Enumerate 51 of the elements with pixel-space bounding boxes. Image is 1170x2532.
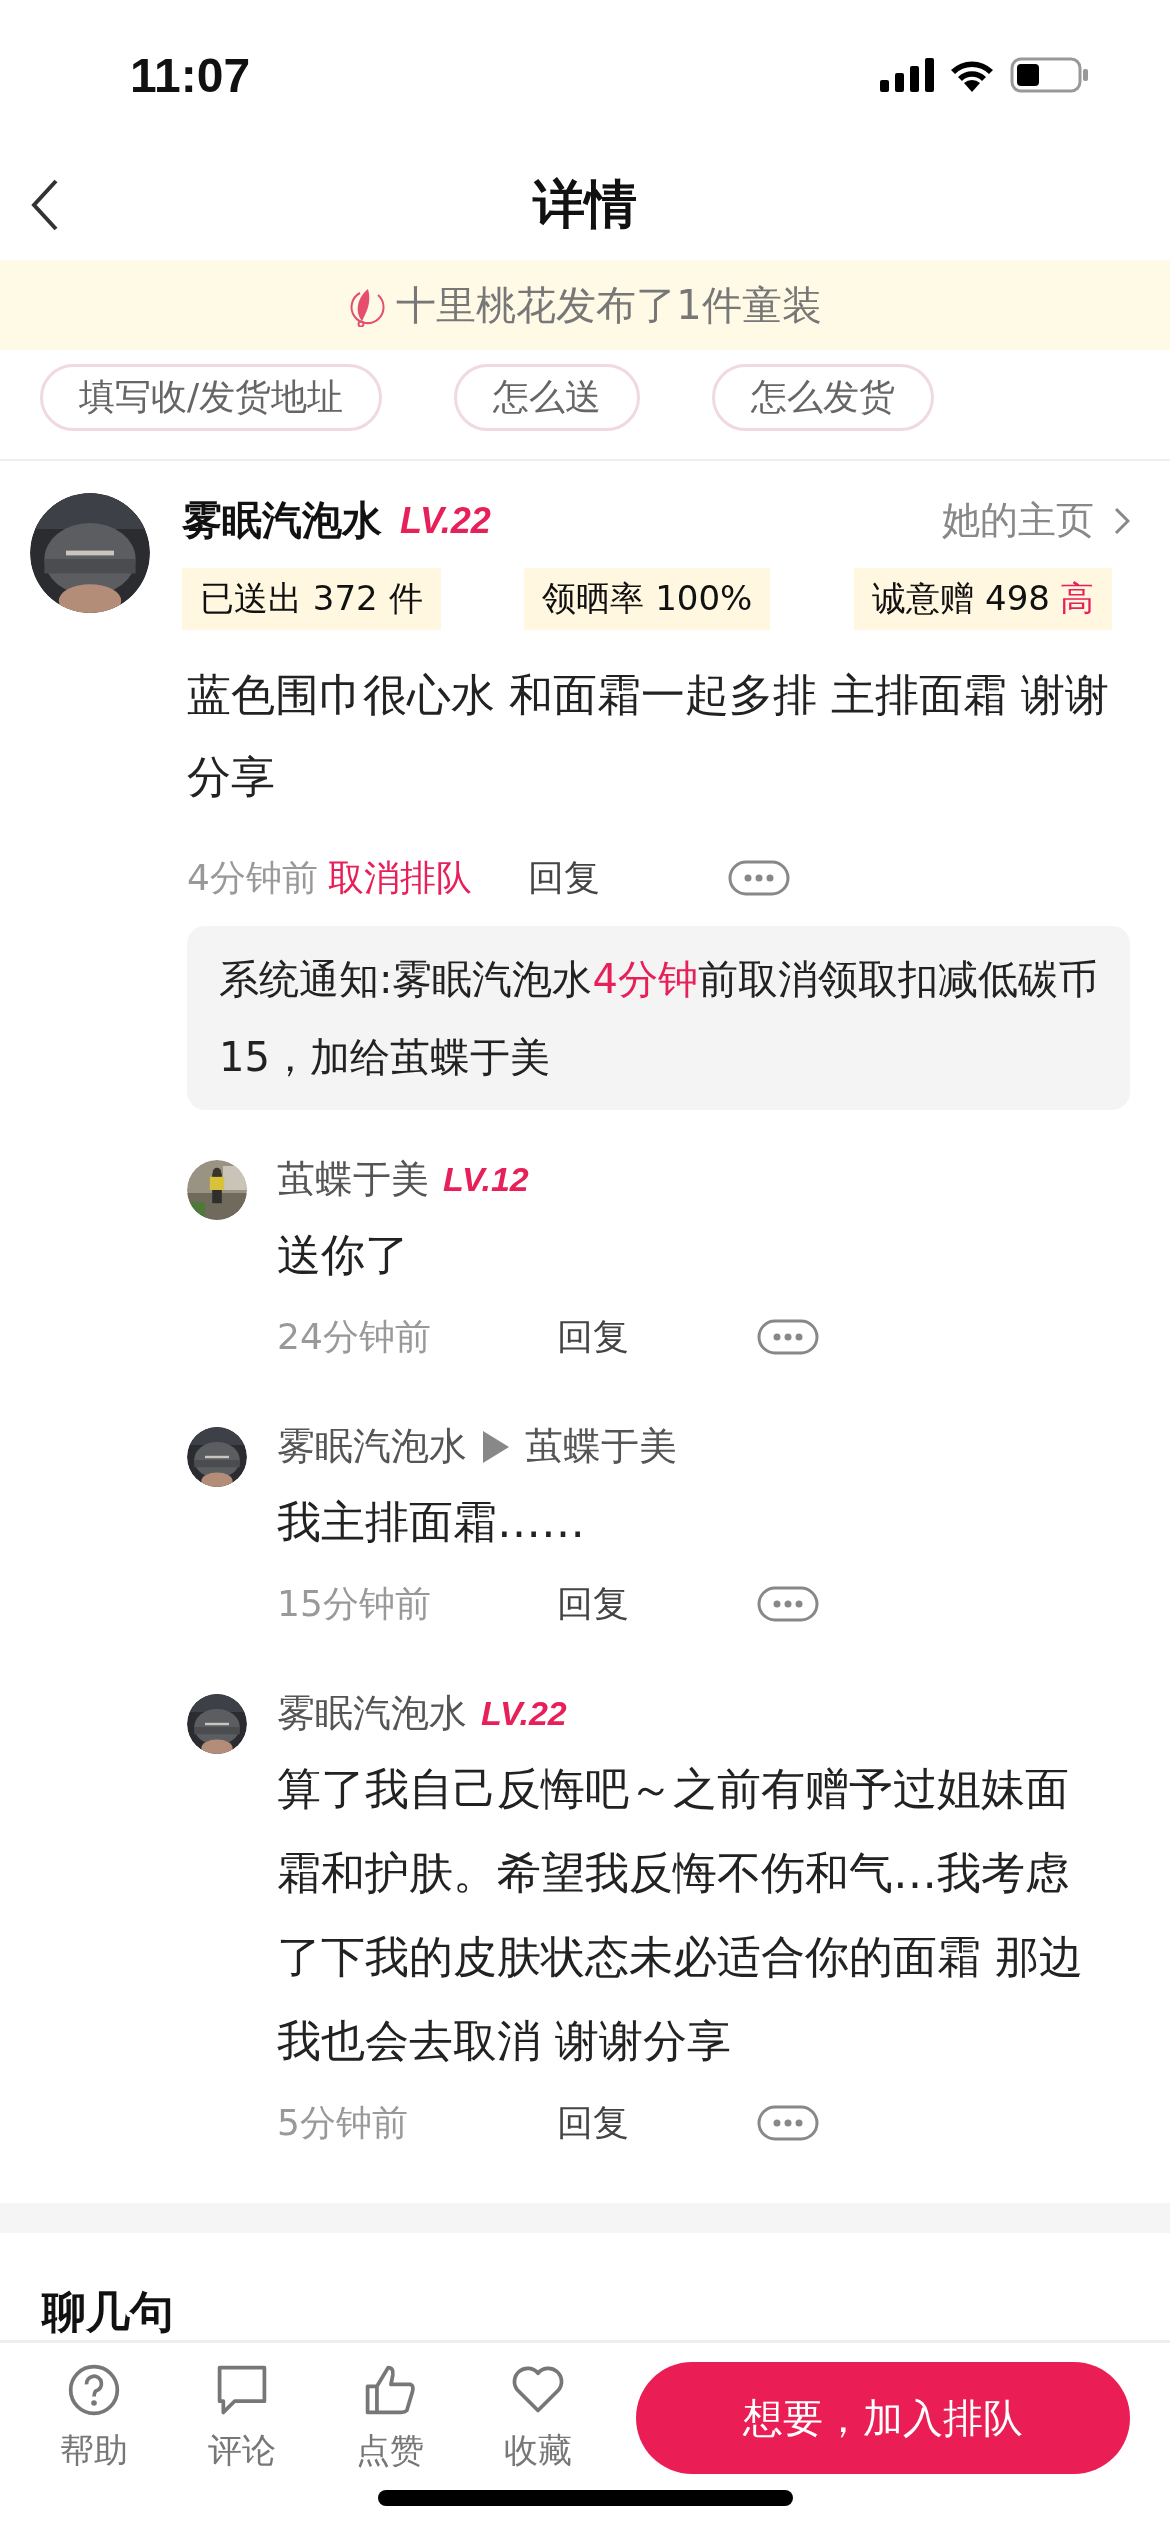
help-icon bbox=[66, 2362, 122, 2418]
cancel-queue-link[interactable]: 取消排队 bbox=[327, 853, 472, 903]
more-icon bbox=[727, 860, 790, 896]
banner-text: 十里桃花发布了1件童装 bbox=[396, 280, 822, 330]
author-name[interactable]: 茧蝶于美 bbox=[525, 1421, 677, 1472]
question-chip[interactable]: 怎么发货 bbox=[712, 364, 935, 431]
status-time: 11:07 bbox=[130, 47, 251, 103]
tab-button[interactable]: 收藏 bbox=[474, 2362, 602, 2474]
notification-toast[interactable]: 十里桃花发布了1件童装 bbox=[0, 260, 1170, 350]
reply-link[interactable]: 回复 bbox=[527, 853, 728, 903]
reply-link[interactable]: 回复 bbox=[557, 2098, 757, 2148]
reply-link[interactable]: 回复 bbox=[557, 1579, 757, 1629]
comment-time: 4分钟前 bbox=[187, 855, 318, 900]
section-title: 聊几句 bbox=[40, 2285, 175, 2339]
triangle-icon bbox=[481, 1428, 511, 1465]
chevron-right-icon bbox=[1114, 506, 1130, 535]
signal-icon bbox=[880, 58, 934, 92]
level-label: LV.22 bbox=[400, 499, 491, 542]
back-icon bbox=[30, 177, 60, 233]
battery-icon bbox=[1010, 57, 1090, 93]
tab-button[interactable]: 点赞 bbox=[326, 2362, 454, 2474]
stat-text: 领晒率 100% bbox=[542, 577, 753, 620]
author-name[interactable]: 雾眠汽泡水 bbox=[182, 493, 382, 548]
profile-link-text: 她的主页 bbox=[942, 497, 1094, 544]
stat-text: 诚意赠 498 bbox=[872, 577, 1050, 620]
author-name[interactable]: 雾眠汽泡水 bbox=[277, 1421, 467, 1472]
join-queue-button[interactable]: 想要，加入排队 bbox=[636, 2362, 1130, 2474]
profile-link[interactable]: 她的主页 bbox=[942, 495, 1130, 546]
level-label: LV.12 bbox=[443, 1160, 529, 1199]
comment-time: 5分钟前 bbox=[277, 2100, 409, 2145]
rating-text: 高 bbox=[1060, 577, 1094, 620]
more-icon bbox=[757, 2105, 819, 2141]
more-icon bbox=[757, 1586, 819, 1622]
more-icon bbox=[757, 1319, 819, 1355]
question-chip[interactable]: 填写收/发货地址 bbox=[40, 364, 383, 431]
comment-time: 15分钟前 bbox=[277, 1581, 432, 1626]
comment-text: 送你了 bbox=[277, 1228, 410, 1282]
tab-button[interactable]: 评论 bbox=[178, 2362, 306, 2474]
page-title: 详情 bbox=[533, 173, 637, 236]
comment-text: 我主排面霜…… bbox=[277, 1495, 586, 1549]
question-chip[interactable]: 怎么送 bbox=[454, 364, 641, 431]
comment-text: 蓝色围巾很心水 和面霜一起多排 主排面霜 谢谢分享 bbox=[187, 668, 1110, 804]
comment-time: 24分钟前 bbox=[277, 1314, 432, 1359]
author-name[interactable]: 茧蝶于美 bbox=[277, 1154, 429, 1205]
reply-link[interactable]: 回复 bbox=[557, 1312, 757, 1362]
author-name[interactable]: 雾眠汽泡水 bbox=[277, 1688, 467, 1739]
system-notice: 系统通知:雾眠汽泡水4分钟前取消领取扣减低碳币15，加给茧蝶于美 bbox=[187, 926, 1130, 1110]
comment-text: 算了我自己反悔吧～之前有赠予过姐妹面霜和护肤。希望我反悔不伤和气…我考虑了下我的皮肤状态未必适合你的面霜 那边我也会去取消 谢谢分享 bbox=[277, 1762, 1084, 2068]
stat-text: 已送出 372 件 bbox=[200, 577, 423, 620]
tab-button[interactable]: 帮助 bbox=[30, 2362, 158, 2474]
level-label: LV.22 bbox=[481, 1694, 567, 1733]
